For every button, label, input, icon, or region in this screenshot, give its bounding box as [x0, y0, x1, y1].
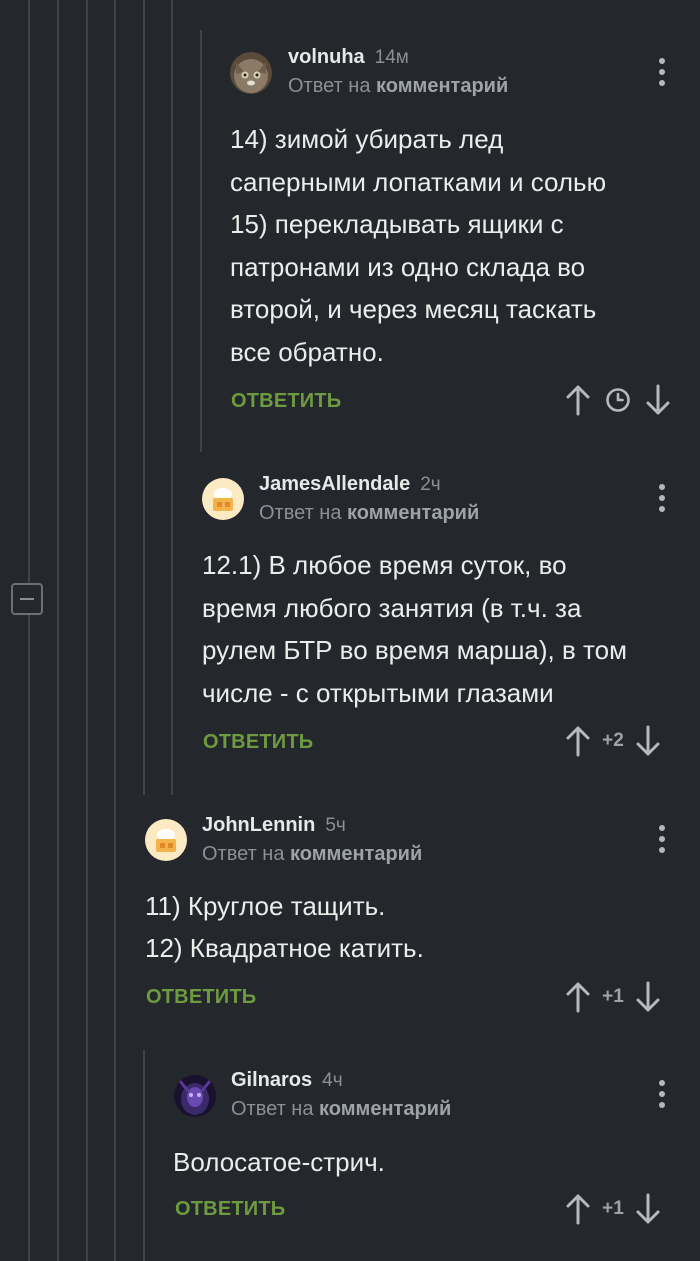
rating-value: +1: [602, 1198, 624, 1219]
parent-comment-link[interactable]: комментарий: [319, 1098, 451, 1120]
comment-text: Волосатое-стрич.: [173, 1147, 385, 1177]
vote-controls: +1: [565, 1193, 661, 1225]
reply-button[interactable]: ОТВЕТИТЬ: [175, 1198, 285, 1221]
more-vertical-icon[interactable]: [659, 1080, 665, 1108]
username[interactable]: Gilnaros 4ч: [231, 1069, 343, 1092]
reply-to-info: Ответ на комментарий: [231, 1098, 452, 1120]
arrow-up-icon[interactable]: [565, 1193, 591, 1225]
comment-gilnaros: Gilnaros 4ч Ответ на комментарий Волосато…: [0, 0, 700, 1261]
time-ago: 4ч: [322, 1070, 343, 1091]
avatar[interactable]: [174, 1075, 216, 1117]
arrow-down-icon[interactable]: [635, 1193, 661, 1225]
